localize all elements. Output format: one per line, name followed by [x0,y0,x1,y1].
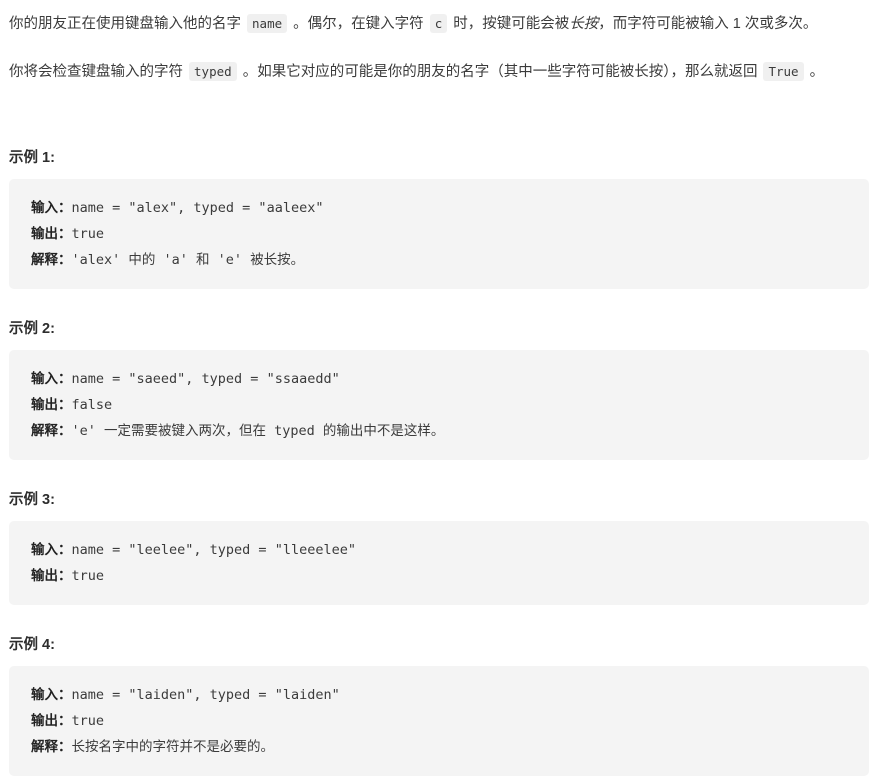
example-1-codeblock: 输入：name = "alex", typed = "aaleex" 输出：tr… [9,179,869,289]
example-1-expl-mid-1: 'a' [155,252,197,268]
intro-p1-segment-3: 时，按键可能会被 [449,16,570,32]
example-2-expl-mid-1: typed [266,423,323,439]
example-2-output-line: 输出：false [31,392,849,418]
example-1-expl-prefix: 'alex' [71,252,129,268]
label-output: 输出： [31,568,72,583]
example-4-heading: 示例 4: [9,637,55,653]
example-3-output-line: 输出：true [31,563,849,589]
label-explanation: 解释： [31,423,72,438]
example-1-input-line: 输入：name = "alex", typed = "aaleex" [31,195,849,221]
problem-description-page: 你的朋友正在使用键盘输入他的名字 name 。偶尔，在键入字符 c 时，按键可能… [0,0,878,776]
example-1-input-value: name = "alex", typed = "aaleex" [71,200,324,216]
example-4-input-line: 输入：name = "laiden", typed = "laiden" [31,682,849,708]
example-3-output-value: true [71,568,105,584]
intro-p2-segment-1: 你将会检查键盘输入的字符 [9,64,188,80]
label-output: 输出： [31,713,72,728]
label-output: 输出： [31,397,72,412]
label-input: 输入： [31,200,72,215]
label-output: 输出： [31,226,72,241]
example-2-codeblock: 输入：name = "saeed", typed = "ssaaedd" 输出：… [9,350,869,460]
example-4-output-value: true [71,713,105,729]
example-1-heading: 示例 1: [9,150,55,166]
example-3-codeblock: 输入：name = "leelee", typed = "lleeelee" 输… [9,521,869,605]
example-4-input-value: name = "laiden", typed = "laiden" [71,687,340,703]
example-4-codeblock: 输入：name = "laiden", typed = "laiden" 输出：… [9,666,869,776]
inline-code-typed: typed [189,62,237,81]
intro-p1-segment-4: ，而字符可能被输入 1 次或多次。 [598,16,818,32]
example-4-output-line: 输出：true [31,708,849,734]
inline-code-c: c [429,14,448,33]
intro-p1-segment-1: 你的朋友正在使用键盘输入他的名字 [9,16,246,32]
example-1-output-line: 输出：true [31,221,849,247]
intro-paragraph-2: 你将会检查键盘输入的字符 typed 。如果它对应的可能是你的朋友的名字（其中一… [0,39,878,87]
intro-paragraph-1: 你的朋友正在使用键盘输入他的名字 name 。偶尔，在键入字符 c 时，按键可能… [0,0,878,39]
example-2-heading: 示例 2: [9,321,55,337]
example-2-explanation-line: 解释：'e' 一定需要被键入两次，但在 typed 的输出中不是这样。 [31,418,849,444]
intro-p1-emphasis-long-press: 长按 [569,16,599,32]
example-1-expl-mid-2: 'e' [209,252,251,268]
intro-p2-segment-2: 。如果它对应的可能是你的朋友的名字（其中一些字符可能被长按），那么就返回 [238,64,762,80]
example-1-explanation-line: 解释：'alex' 中的 'a' 和 'e' 被长按。 [31,247,849,273]
inline-code-name: name [247,14,288,33]
example-2-expl-cjk-1: 一定需要被键入两次，但在 [104,423,267,438]
intro-p1-segment-2: 。偶尔，在键入字符 [289,16,428,32]
example-2-output-value: false [71,397,113,413]
label-input: 输入： [31,687,72,702]
example-4-expl-cjk-1: 长按名字中的字符并不是必要的。 [71,739,275,754]
example-1-output-value: true [71,226,105,242]
example-2-input-value: name = "saeed", typed = "ssaaedd" [71,371,340,387]
label-input: 输入： [31,542,72,557]
example-3-input-line: 输入：name = "leelee", typed = "lleeelee" [31,537,849,563]
inline-code-true: True [763,62,804,81]
example-1-expl-cjk-2: 和 [196,252,210,267]
example-2-expl-cjk-2: 的输出中不是这样。 [322,423,445,438]
example-3-input-value: name = "leelee", typed = "lleeelee" [71,542,356,558]
label-explanation: 解释： [31,739,72,754]
example-2-input-line: 输入：name = "saeed", typed = "ssaaedd" [31,366,849,392]
label-explanation: 解释： [31,252,72,267]
example-4-explanation-line: 解释：长按名字中的字符并不是必要的。 [31,734,849,760]
example-1-expl-cjk-1: 中的 [128,252,156,267]
example-1-expl-cjk-3: 被长按。 [250,252,305,267]
example-3-heading: 示例 3: [9,492,55,508]
intro-p2-segment-3: 。 [805,64,825,80]
label-input: 输入： [31,371,72,386]
example-2-expl-prefix: 'e' [71,423,105,439]
